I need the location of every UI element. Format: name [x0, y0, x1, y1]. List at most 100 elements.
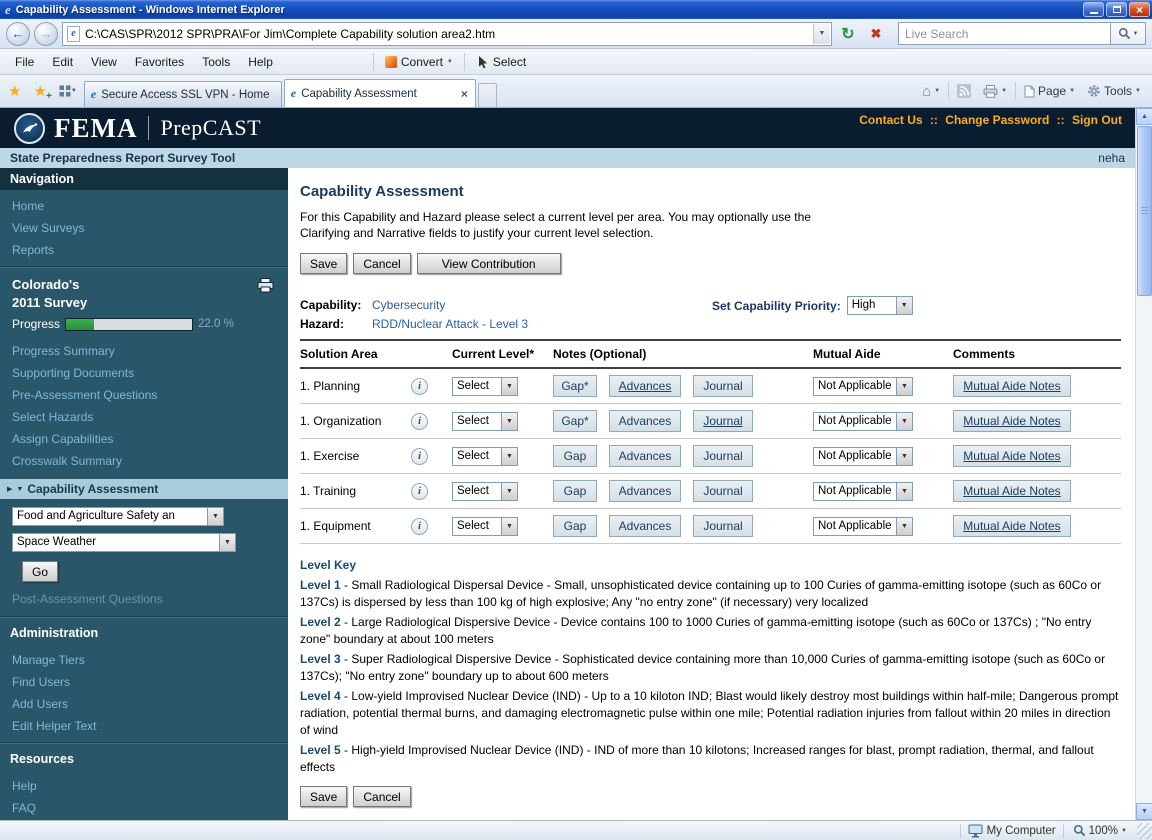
select-button[interactable]: Select — [470, 52, 532, 72]
sidebar-item-help[interactable]: Help — [0, 775, 288, 797]
advances-button[interactable]: Advances — [609, 515, 681, 537]
search-go-button[interactable]: ▼ — [1110, 22, 1146, 45]
close-button[interactable]: × — [1129, 2, 1150, 17]
mutual-aide-notes-button[interactable]: Mutual Aide Notes — [953, 480, 1071, 502]
refresh-button[interactable]: ↻ — [836, 22, 860, 46]
sidebar-item-supporting-documents[interactable]: Supporting Documents — [0, 362, 288, 384]
menu-edit[interactable]: Edit — [43, 51, 82, 73]
capability-select[interactable]: Food and Agriculture Safety an ▼ — [12, 507, 224, 526]
advances-button[interactable]: Advances — [609, 480, 681, 502]
mutual-aide-select[interactable]: Not Applicable▼ — [813, 517, 913, 536]
mutual-aide-notes-button[interactable]: Mutual Aide Notes — [953, 375, 1071, 397]
journal-button[interactable]: Journal — [693, 445, 753, 467]
current-level-select[interactable]: Select▼ — [452, 377, 518, 396]
save-button[interactable]: Save — [300, 253, 347, 274]
sidebar-item-select-hazards[interactable]: Select Hazards — [0, 406, 288, 428]
tools-menu-button[interactable]: Tools ▼ — [1083, 81, 1145, 101]
feeds-button[interactable] — [953, 81, 975, 101]
sidebar-item-home[interactable]: Home — [0, 195, 288, 217]
sidebar-item-crosswalk-summary[interactable]: Crosswalk Summary — [0, 450, 288, 472]
scroll-up-button[interactable]: ▲ — [1136, 108, 1152, 125]
address-dropdown-button[interactable]: ▼ — [813, 24, 830, 44]
restore-button[interactable] — [1106, 2, 1127, 17]
gap-button[interactable]: Gap — [553, 480, 597, 502]
gap-button[interactable]: Gap — [553, 445, 597, 467]
info-icon[interactable]: i — [411, 483, 428, 500]
advances-button[interactable]: Advances — [609, 410, 681, 432]
forward-button[interactable]: → — [34, 22, 58, 46]
convert-button[interactable]: Convert ▼ — [379, 52, 459, 72]
favorites-button[interactable]: ★ — [3, 79, 26, 103]
tab-ssl-vpn-home[interactable]: e Secure Access SSL VPN - Home — [84, 81, 282, 107]
tab-close-icon[interactable]: × — [460, 87, 469, 101]
stop-button[interactable]: ✖ — [864, 22, 888, 46]
mutual-aide-notes-button[interactable]: Mutual Aide Notes — [953, 445, 1071, 467]
scrollbar-thumb[interactable] — [1137, 126, 1152, 296]
vertical-scrollbar[interactable]: ▲ ▼ — [1135, 108, 1152, 820]
sidebar-item-manage-tiers[interactable]: Manage Tiers — [0, 649, 288, 671]
resize-grip[interactable] — [1137, 823, 1152, 839]
gap-button[interactable]: Gap* — [553, 375, 597, 397]
priority-select[interactable]: High ▼ — [847, 296, 913, 315]
journal-button[interactable]: Journal — [693, 410, 753, 432]
mutual-aide-select[interactable]: Not Applicable▼ — [813, 377, 913, 396]
contact-us-link[interactable]: Contact Us — [859, 113, 922, 127]
gap-button[interactable]: Gap* — [553, 410, 597, 432]
info-icon[interactable]: i — [411, 413, 428, 430]
cancel-button-bottom[interactable]: Cancel — [353, 786, 410, 807]
mutual-aide-select[interactable]: Not Applicable▼ — [813, 482, 913, 501]
sidebar-item-find-users[interactable]: Find Users — [0, 671, 288, 693]
home-button[interactable]: ⌂▼ — [918, 81, 944, 102]
new-tab-stub[interactable] — [478, 83, 497, 107]
minimize-button[interactable] — [1083, 2, 1104, 17]
tab-capability-assessment[interactable]: e Capability Assessment × — [284, 79, 476, 107]
search-input[interactable] — [898, 22, 1110, 45]
journal-button[interactable]: Journal — [693, 480, 753, 502]
sidebar-item-capability-assessment[interactable]: ▶ ▼ Capability Assessment — [0, 479, 288, 499]
mutual-aide-notes-button[interactable]: Mutual Aide Notes — [953, 410, 1071, 432]
print-survey-icon[interactable] — [257, 278, 274, 293]
sidebar-item-progress-summary[interactable]: Progress Summary — [0, 340, 288, 362]
sidebar-item-view-surve ys[interactable]: View Surveys — [0, 217, 288, 239]
current-level-select[interactable]: Select▼ — [452, 447, 518, 466]
menu-tools[interactable]: Tools — [193, 51, 239, 73]
current-level-select[interactable]: Select▼ — [452, 412, 518, 431]
view-contribution-button[interactable]: View Contribution — [417, 253, 561, 274]
page-menu-button[interactable]: Page ▼ — [1020, 81, 1079, 101]
sidebar-item-pre-assessment-questions[interactable]: Pre-Assessment Questions — [0, 384, 288, 406]
gap-button[interactable]: Gap — [553, 515, 597, 537]
menu-favorites[interactable]: Favorites — [126, 51, 193, 73]
save-button-bottom[interactable]: Save — [300, 786, 347, 807]
current-level-select[interactable]: Select▼ — [452, 482, 518, 501]
back-button[interactable]: ← — [6, 22, 30, 46]
sidebar-item-faq[interactable]: FAQ — [0, 797, 288, 819]
advances-button[interactable]: Advances — [609, 375, 681, 397]
journal-button[interactable]: Journal — [693, 515, 753, 537]
address-field[interactable]: e C:\CAS\SPR\2012 SPR\PRA\For Jim\Comple… — [62, 22, 832, 46]
zoom-control[interactable]: 100% ▼ — [1071, 824, 1129, 837]
menu-help[interactable]: Help — [239, 51, 282, 73]
print-button[interactable]: ▼ — [979, 82, 1011, 101]
scroll-down-button[interactable]: ▼ — [1136, 803, 1152, 820]
menu-file[interactable]: File — [6, 51, 43, 73]
advances-button[interactable]: Advances — [609, 445, 681, 467]
change-password-link[interactable]: Change Password — [945, 113, 1049, 127]
mutual-aide-select[interactable]: Not Applicable▼ — [813, 447, 913, 466]
sidebar-item-reports[interactable]: Reports — [0, 239, 288, 261]
quick-tabs-button[interactable]: ▼ — [54, 79, 82, 103]
sidebar-item-edit-helper-text[interactable]: Edit Helper Text — [0, 715, 288, 737]
cancel-button[interactable]: Cancel — [353, 253, 410, 274]
info-icon[interactable]: i — [411, 448, 428, 465]
hazard-select[interactable]: Space Weather ▼ — [12, 533, 236, 552]
menu-view[interactable]: View — [82, 51, 126, 73]
sidebar-item-add-users[interactable]: Add Users — [0, 693, 288, 715]
go-button[interactable]: Go — [22, 561, 58, 582]
mutual-aide-select[interactable]: Not Applicable▼ — [813, 412, 913, 431]
info-icon[interactable]: i — [411, 518, 428, 535]
sign-out-link[interactable]: Sign Out — [1072, 113, 1122, 127]
journal-button[interactable]: Journal — [693, 375, 753, 397]
mutual-aide-notes-button[interactable]: Mutual Aide Notes — [953, 515, 1071, 537]
sidebar-item-assign-capabilities[interactable]: Assign Capabilities — [0, 428, 288, 450]
add-favorite-button[interactable]: ★+ — [28, 79, 51, 103]
hazard-value-link[interactable]: RDD/Nuclear Attack - Level 3 — [372, 317, 1121, 331]
